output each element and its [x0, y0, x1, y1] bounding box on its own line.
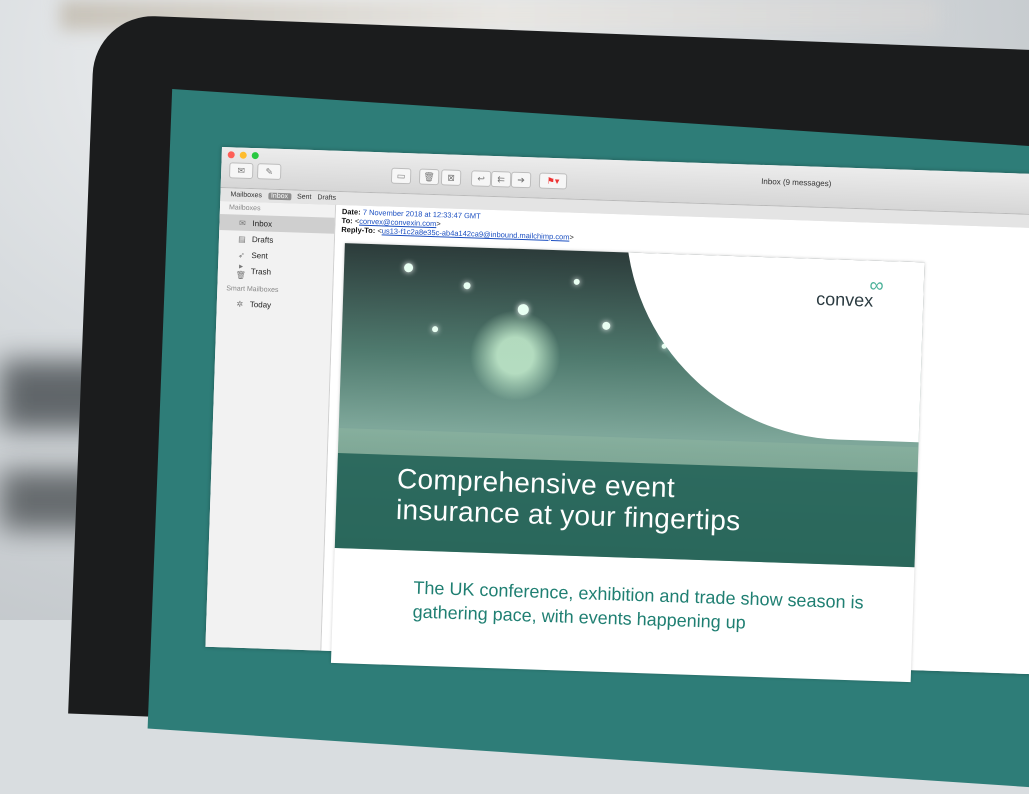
junk-icon: ⊠: [447, 171, 456, 183]
window-title: Inbox (9 messages): [761, 176, 832, 189]
logo-panel: [618, 243, 925, 445]
newsletter-body: ∞ convex Comprehensive event insurance a…: [330, 243, 925, 683]
sidebar-item-label: Inbox: [252, 218, 273, 229]
close-button[interactable]: [227, 151, 235, 159]
sidebar-item-label: Today: [249, 299, 272, 310]
inbox-icon: ✉: [238, 218, 246, 228]
forward-icon: ➔: [517, 174, 526, 185]
reply-button[interactable]: ↩: [470, 170, 492, 187]
to-label: To:: [341, 216, 353, 226]
headline: Comprehensive event insurance at your fi…: [396, 463, 742, 536]
brand-logo: convex: [815, 288, 874, 311]
sidebar-item-label: Sent: [251, 250, 269, 261]
ceiling-light: [517, 303, 529, 316]
ceiling-light: [431, 326, 439, 333]
sidebar-item-trash[interactable]: ▸🗑 Trash: [218, 262, 333, 282]
sent-icon: ➶: [237, 250, 245, 260]
sidebar-item-label: Drafts: [251, 234, 274, 245]
forward-button[interactable]: ➔: [510, 171, 532, 189]
tab-sent[interactable]: Sent: [297, 194, 312, 201]
compose-button[interactable]: ✎: [256, 163, 282, 180]
sidebar-item-label: Trash: [250, 266, 272, 277]
trash-icon: ▸🗑: [235, 261, 247, 280]
hero-image: ∞ convex Comprehensive event insurance a…: [334, 243, 925, 568]
junk-button[interactable]: ⊠: [440, 169, 462, 186]
minimize-button[interactable]: [239, 151, 247, 159]
mailbox-sidebar: Mailboxes ✉ Inbox ▤ Drafts ➶ Sent ▸🗑 Tra…: [205, 200, 337, 651]
tab-drafts[interactable]: Drafts: [317, 194, 336, 202]
tab-inbox[interactable]: Inbox: [267, 192, 292, 201]
lead-paragraph: The UK conference, exhibition and trade …: [412, 577, 864, 633]
archive-icon: ▭: [396, 170, 406, 181]
archive-button[interactable]: ▭: [390, 167, 412, 185]
flag-button[interactable]: ⚑▾: [538, 172, 568, 190]
drafts-icon: ▤: [238, 234, 246, 244]
window-controls: [227, 151, 259, 160]
trash-icon: 🗑: [423, 171, 436, 182]
reply-all-icon: ⇇: [497, 173, 506, 184]
tab-mailboxes[interactable]: Mailboxes: [230, 191, 262, 199]
mail-window: ✉ ✎ ▭ 🗑 ⊠ ↩ ⇇ ➔ ⚑▾ Inbox (9 messages) Ma…: [205, 147, 1029, 683]
reply-to-label: Reply-To:: [341, 225, 376, 236]
zoom-button[interactable]: [251, 151, 259, 160]
compose-icon: ✎: [265, 165, 274, 177]
delete-button[interactable]: 🗑: [418, 168, 440, 186]
ceiling-light: [403, 263, 414, 273]
sidebar-item-today[interactable]: ✲ Today: [217, 295, 332, 315]
ceiling-light: [573, 278, 580, 285]
gear-icon: ✲: [236, 299, 244, 309]
ceiling-light: [602, 321, 611, 330]
reply-icon: ↩: [477, 172, 486, 184]
ceiling-light: [463, 282, 471, 290]
get-mail-button[interactable]: ✉: [228, 162, 254, 180]
flag-icon: ⚑▾: [546, 175, 560, 186]
envelope-icon: ✉: [237, 165, 246, 176]
message-view: Date: 7 November 2018 at 12:33:47 GMT To…: [321, 204, 1029, 683]
reply-all-button[interactable]: ⇇: [490, 170, 512, 188]
